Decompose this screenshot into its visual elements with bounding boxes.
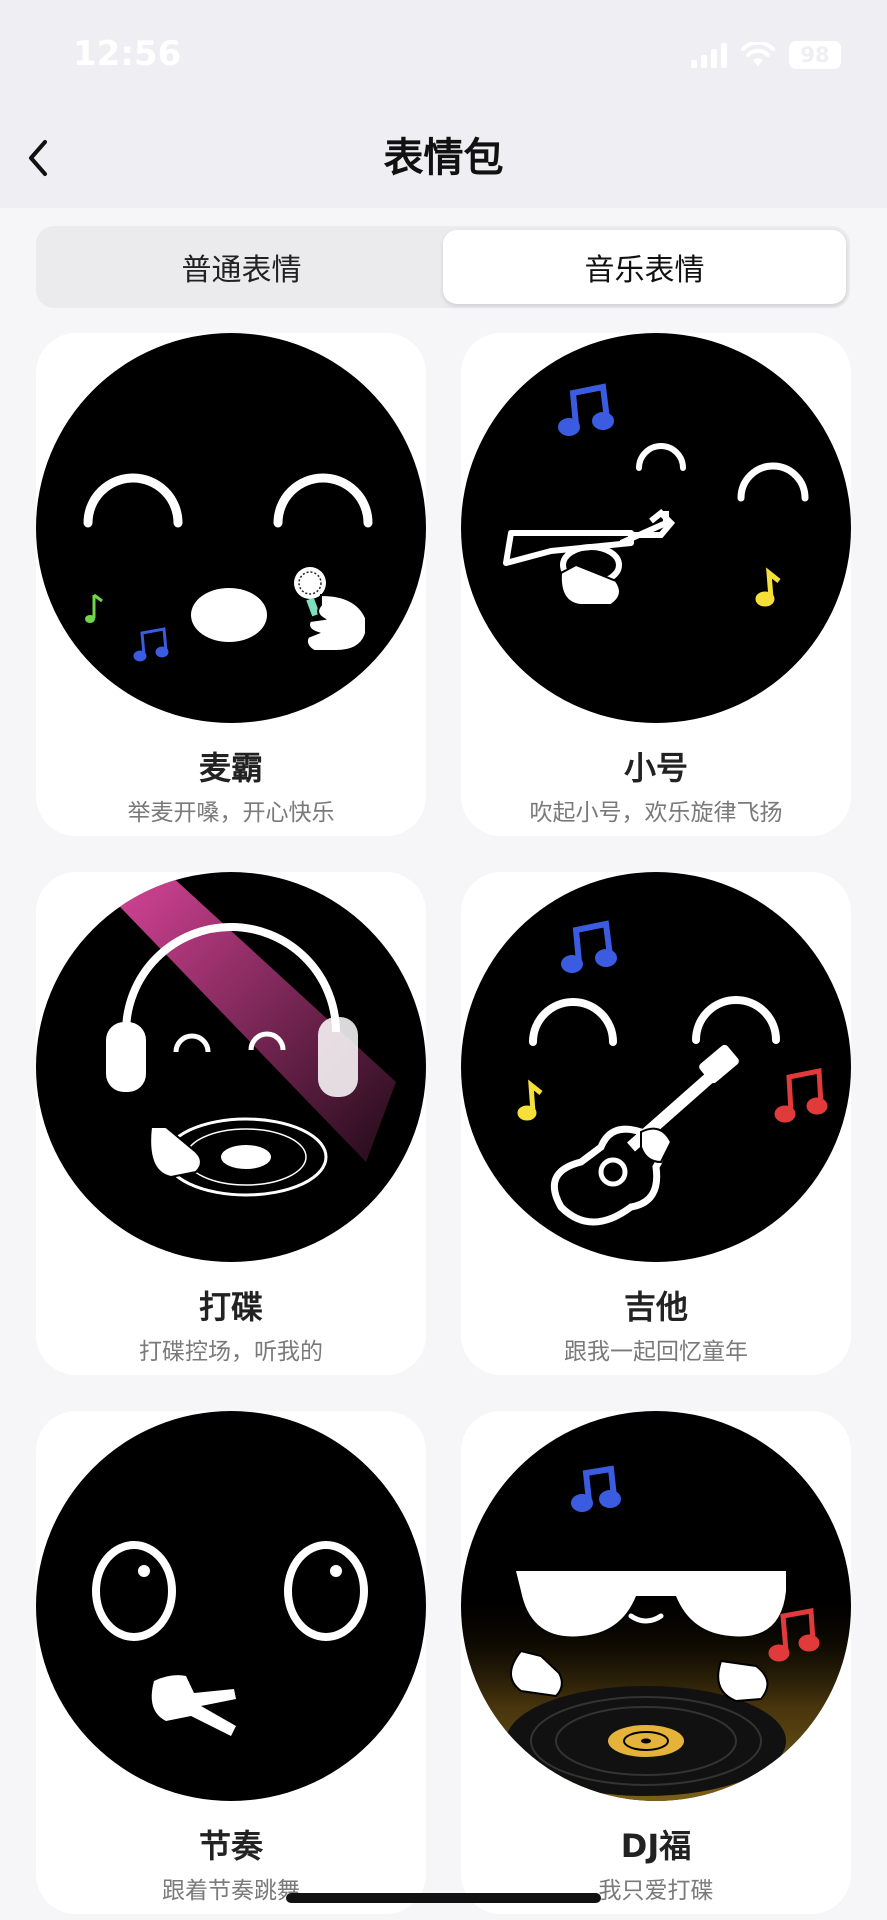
status-icons: 98 bbox=[691, 40, 841, 70]
status-bar: 12:56 98 bbox=[0, 0, 887, 110]
sticker-card-dj-fu[interactable]: DJ福 我只爱打碟 bbox=[461, 1411, 851, 1914]
wifi-icon bbox=[741, 42, 775, 66]
page-title: 表情包 bbox=[383, 135, 504, 181]
sticker-card-dj-disc[interactable]: 打碟 打碟控场，听我的 bbox=[36, 872, 426, 1375]
sticker-card-trumpet[interactable]: 小号 吹起小号，欢乐旋律飞扬 bbox=[461, 333, 851, 836]
battery-icon: 98 bbox=[789, 41, 841, 69]
sticker-desc: 举麦开嗓，开心快乐 bbox=[127, 800, 335, 826]
sticker-card-mic[interactable]: 麦霸 举麦开嗓，开心快乐 bbox=[36, 333, 426, 836]
trumpet-sticker-image bbox=[461, 333, 851, 723]
guitar-sticker-image bbox=[461, 872, 851, 1262]
home-indicator[interactable] bbox=[286, 1893, 601, 1903]
disc-sticker-image bbox=[36, 872, 426, 1262]
sticker-desc: 跟我一起回忆童年 bbox=[564, 1339, 748, 1365]
dj-fu-sticker-image bbox=[461, 1411, 851, 1801]
status-time: 12:56 bbox=[73, 34, 182, 74]
signal-icon bbox=[691, 42, 727, 68]
nav-bar: 表情包 bbox=[0, 110, 887, 208]
sticker-card-guitar[interactable]: 吉他 跟我一起回忆童年 bbox=[461, 872, 851, 1375]
tab-music-stickers[interactable]: 音乐表情 bbox=[443, 230, 846, 304]
segmented-control: 普通表情 音乐表情 bbox=[36, 226, 850, 308]
sticker-name: 小号 bbox=[623, 749, 688, 787]
tab-normal-stickers[interactable]: 普通表情 bbox=[40, 230, 443, 304]
rhythm-sticker-image bbox=[36, 1411, 426, 1801]
sticker-name: 节奏 bbox=[198, 1827, 263, 1865]
sticker-name: 吉他 bbox=[623, 1288, 688, 1326]
sticker-name: 麦霸 bbox=[198, 749, 263, 787]
sticker-name: 打碟 bbox=[198, 1288, 263, 1326]
sticker-name: DJ福 bbox=[620, 1827, 692, 1865]
sticker-card-rhythm[interactable]: 节奏 跟着节奏跳舞 bbox=[36, 1411, 426, 1914]
sticker-desc: 打碟控场，听我的 bbox=[139, 1339, 323, 1365]
sticker-desc: 吹起小号，欢乐旋律飞扬 bbox=[529, 800, 783, 826]
mic-sticker-image bbox=[36, 333, 426, 723]
